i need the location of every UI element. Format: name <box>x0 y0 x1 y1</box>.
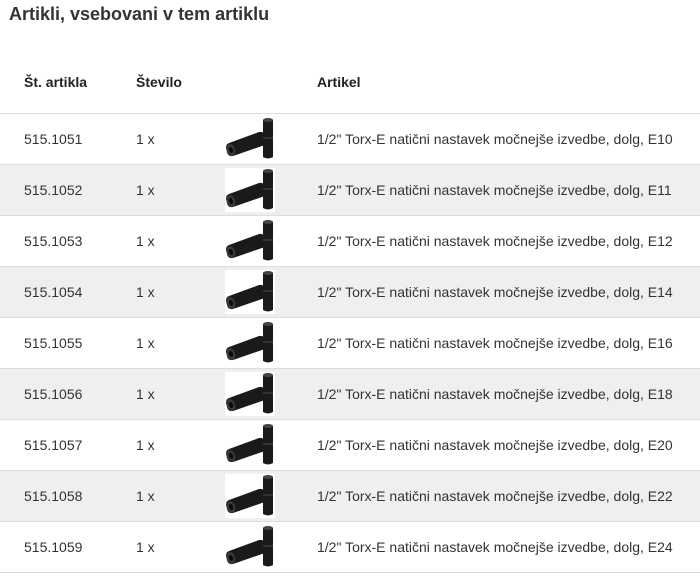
article-description-cell[interactable]: 1/2" Torx-E natični nastavek močnejše iz… <box>317 470 700 522</box>
quantity-cell: 1 x <box>136 317 225 369</box>
table-row: 515.1058 1 x 1/2" Torx-E natični nastavek … <box>0 470 700 522</box>
article-description-cell[interactable]: 1/2" Torx-E natični nastavek močnejše iz… <box>317 113 700 165</box>
article-description-cell[interactable]: 1/2" Torx-E natični nastavek močnejše iz… <box>317 419 700 471</box>
section-title: Artikli, vsebovani v tem artiklu <box>9 4 270 24</box>
socket-image-icon[interactable] <box>225 371 275 416</box>
article-number-cell[interactable]: 515.1059 <box>0 521 136 573</box>
table-header-row: Št. artikla Število Artikel <box>0 52 700 114</box>
product-image-cell[interactable] <box>225 317 317 369</box>
quantity-cell: 1 x <box>136 266 225 318</box>
quantity-cell: 1 x <box>136 215 225 267</box>
header-quantity: Število <box>136 52 225 114</box>
table-row: 515.1059 1 x 1/2" Torx-E natični nastavek … <box>0 521 700 573</box>
article-number-cell[interactable]: 515.1053 <box>0 215 136 267</box>
article-description-cell[interactable]: 1/2" Torx-E natični nastavek močnejše iz… <box>317 368 700 420</box>
product-image-cell[interactable] <box>225 368 317 420</box>
socket-image-icon[interactable] <box>225 422 275 467</box>
article-number-cell[interactable]: 515.1051 <box>0 113 136 165</box>
socket-image-icon[interactable] <box>225 167 275 212</box>
table-row: 515.1055 1 x 1/2" Torx-E natični nastavek … <box>0 317 700 369</box>
article-description-cell[interactable]: 1/2" Torx-E natični nastavek močnejše iz… <box>317 521 700 573</box>
quantity-cell: 1 x <box>136 368 225 420</box>
article-number-cell[interactable]: 515.1054 <box>0 266 136 318</box>
table-row: 515.1057 1 x 1/2" Torx-E natični nastavek … <box>0 419 700 471</box>
product-image-cell[interactable] <box>225 266 317 318</box>
header-article: Artikel <box>317 52 700 114</box>
socket-image-icon[interactable] <box>225 116 275 161</box>
header-article-number: Št. artikla <box>0 52 136 114</box>
quantity-cell: 1 x <box>136 470 225 522</box>
socket-image-icon[interactable] <box>225 524 275 569</box>
article-number-cell[interactable]: 515.1057 <box>0 419 136 471</box>
article-number-cell[interactable]: 515.1052 <box>0 164 136 216</box>
socket-image-icon[interactable] <box>225 320 275 365</box>
table-row: 515.1056 1 x 1/2" Torx-E natični nastavek … <box>0 368 700 420</box>
table-row: 515.1054 1 x 1/2" Torx-E natični nastavek … <box>0 266 700 318</box>
article-description-cell[interactable]: 1/2" Torx-E natični nastavek močnejše iz… <box>317 317 700 369</box>
product-image-cell[interactable] <box>225 113 317 165</box>
quantity-cell: 1 x <box>136 521 225 573</box>
product-image-cell[interactable] <box>225 521 317 573</box>
product-image-cell[interactable] <box>225 419 317 471</box>
quantity-cell: 1 x <box>136 419 225 471</box>
socket-image-icon[interactable] <box>225 473 275 518</box>
articles-table: Št. artikla Število Artikel 515.1051 1 x1… <box>0 52 700 573</box>
product-image-cell[interactable] <box>225 215 317 267</box>
product-image-cell[interactable] <box>225 470 317 522</box>
article-description-cell[interactable]: 1/2" Torx-E natični nastavek močnejše iz… <box>317 266 700 318</box>
table-row: 515.1053 1 x 1/2" Torx-E natični nastavek … <box>0 215 700 267</box>
article-description-cell[interactable]: 1/2" Torx-E natični nastavek močnejše iz… <box>317 164 700 216</box>
table-row: 515.1052 1 x 1/2" Torx-E natični nastavek … <box>0 164 700 216</box>
socket-image-icon[interactable] <box>225 218 275 263</box>
article-number-cell[interactable]: 515.1056 <box>0 368 136 420</box>
article-number-cell[interactable]: 515.1058 <box>0 470 136 522</box>
article-number-cell[interactable]: 515.1055 <box>0 317 136 369</box>
article-description-cell[interactable]: 1/2" Torx-E natični nastavek močnejše iz… <box>317 215 700 267</box>
product-image-cell[interactable] <box>225 164 317 216</box>
table-row: 515.1051 1 x 1/2" Torx-E natični nastavek … <box>0 113 700 165</box>
quantity-cell: 1 x <box>136 164 225 216</box>
header-image <box>225 52 317 114</box>
quantity-cell: 1 x <box>136 113 225 165</box>
socket-image-icon[interactable] <box>225 269 275 314</box>
